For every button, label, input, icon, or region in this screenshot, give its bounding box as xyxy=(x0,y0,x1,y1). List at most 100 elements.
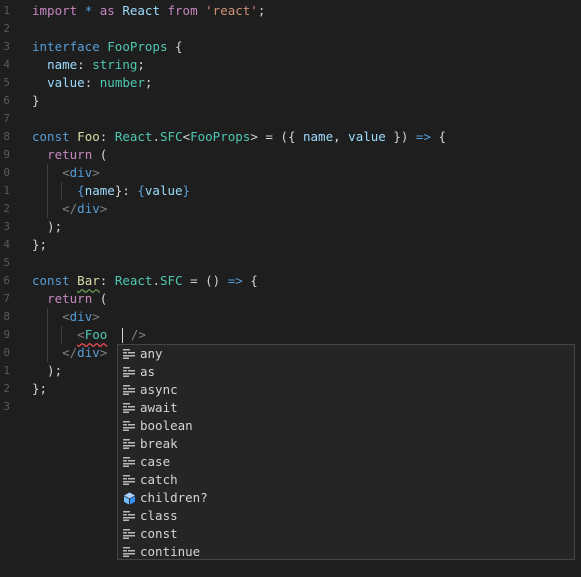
punctuation-token: } xyxy=(32,93,40,108)
code-line[interactable]: const Foo: React.SFC<FooProps> = ({ name… xyxy=(32,128,446,146)
suggestion-item[interactable]: case xyxy=(118,453,574,471)
punctuation-token: }; xyxy=(32,237,48,252)
suggestion-item[interactable]: break xyxy=(118,435,574,453)
tag-bracket: > xyxy=(92,309,100,324)
keyword-token: import xyxy=(32,3,78,18)
code-line[interactable]: {name}: {value} xyxy=(32,182,446,200)
line-number: 3 xyxy=(3,40,10,53)
punctuation-token: }: xyxy=(114,183,138,198)
line-number: 1 xyxy=(3,184,10,197)
keyword-token: interface xyxy=(32,39,100,54)
code-line[interactable]: return ( xyxy=(32,290,446,308)
punctuation-token: . xyxy=(152,129,160,144)
code-line[interactable]: </div> xyxy=(32,200,446,218)
suggestion-item[interactable]: catch xyxy=(118,471,574,489)
suggestion-label: class xyxy=(140,508,178,523)
type-token: SFC xyxy=(159,129,183,144)
keyword-token: const xyxy=(32,273,70,288)
suggestion-item[interactable]: any xyxy=(118,345,574,363)
punctuation-token: { xyxy=(430,129,447,144)
suggestion-item[interactable]: boolean xyxy=(118,417,574,435)
tag-bracket: > xyxy=(92,165,100,180)
code-line[interactable] xyxy=(32,254,446,272)
suggestion-label: await xyxy=(140,400,178,415)
tag-bracket: </ xyxy=(62,201,78,216)
line-number: 1 xyxy=(3,364,10,377)
keyword-token: const xyxy=(32,129,70,144)
code-line[interactable]: <div> xyxy=(32,164,446,182)
line-number: 7 xyxy=(3,292,10,305)
line-number: 6 xyxy=(3,274,10,287)
keyword-icon xyxy=(122,401,136,415)
code-line[interactable]: } xyxy=(32,92,446,110)
keyword-icon xyxy=(122,383,136,397)
line-number: 0 xyxy=(3,166,10,179)
keyword-icon xyxy=(122,455,136,469)
code-line[interactable]: import * as React from 'react'; xyxy=(32,2,446,20)
punctuation-token: < xyxy=(182,129,191,144)
punctuation-token: ); xyxy=(32,363,63,378)
punctuation-token: ; xyxy=(144,75,153,90)
code-line[interactable]: }; xyxy=(32,236,446,254)
line-number: 5 xyxy=(3,76,10,89)
suggestion-item[interactable]: as xyxy=(118,363,574,381)
code-line[interactable]: <div> xyxy=(32,308,446,326)
keyword-token: from xyxy=(167,3,198,18)
code-editor[interactable]: 1 2 3 4 5 6 7 8 9 0 1 2 3 4 5 6 7 8 9 0 … xyxy=(0,0,581,577)
parameter-token: name xyxy=(303,129,334,144)
punctuation-token: { xyxy=(242,273,258,288)
code-line[interactable]: value: number; xyxy=(32,74,446,92)
property-icon xyxy=(122,491,136,505)
suggestion-item[interactable]: children? xyxy=(118,489,574,507)
punctuation-token: , xyxy=(333,129,349,144)
code-line[interactable]: <Foo /> xyxy=(32,326,446,344)
suggestion-label: continue xyxy=(140,544,201,559)
punctuation-token: : xyxy=(84,75,100,90)
code-line[interactable]: name: string; xyxy=(32,56,446,74)
tag-token: div xyxy=(69,309,93,324)
suggestion-item[interactable]: async xyxy=(118,381,574,399)
code-line[interactable]: const Bar: React.SFC = () => { xyxy=(32,272,446,290)
suggestion-label: boolean xyxy=(140,418,193,433)
line-number: 6 xyxy=(3,94,10,107)
suggestion-item[interactable]: class xyxy=(118,507,574,525)
keyword-icon xyxy=(122,473,136,487)
code-line[interactable]: return ( xyxy=(32,146,446,164)
suggestion-item[interactable]: const xyxy=(118,525,574,543)
suggestion-item[interactable]: await xyxy=(118,399,574,417)
suggestion-item[interactable]: continue xyxy=(118,543,574,561)
punctuation-token: = () xyxy=(182,273,228,288)
keyword-icon xyxy=(122,509,136,523)
tag-bracket: < xyxy=(62,309,70,324)
arrow-token: => xyxy=(415,129,431,144)
string-token: 'react' xyxy=(205,3,258,18)
type-token: React xyxy=(114,129,153,144)
tag-bracket: /> xyxy=(130,327,146,342)
line-number: 2 xyxy=(3,22,10,35)
type-token: number xyxy=(99,75,145,90)
line-number-gutter: 1 2 3 4 5 6 7 8 9 0 1 2 3 4 5 6 7 8 9 0 … xyxy=(0,2,12,416)
type-token: string xyxy=(92,57,138,72)
type-token: FooProps xyxy=(107,39,168,54)
identifier-token: Bar xyxy=(77,273,100,288)
brace-token: { xyxy=(77,183,85,198)
tag-token: div xyxy=(77,201,100,216)
code-line[interactable] xyxy=(32,110,446,128)
code-line[interactable] xyxy=(32,20,446,38)
tag-bracket: > xyxy=(99,345,108,360)
line-number: 2 xyxy=(3,202,10,215)
code-line[interactable]: interface FooProps { xyxy=(32,38,446,56)
line-number: 1 xyxy=(3,4,10,17)
suggestion-widget[interactable]: any as async await boolean break case ca… xyxy=(117,344,575,560)
parameter-token: value xyxy=(348,129,386,144)
code-line[interactable]: ); xyxy=(32,218,446,236)
